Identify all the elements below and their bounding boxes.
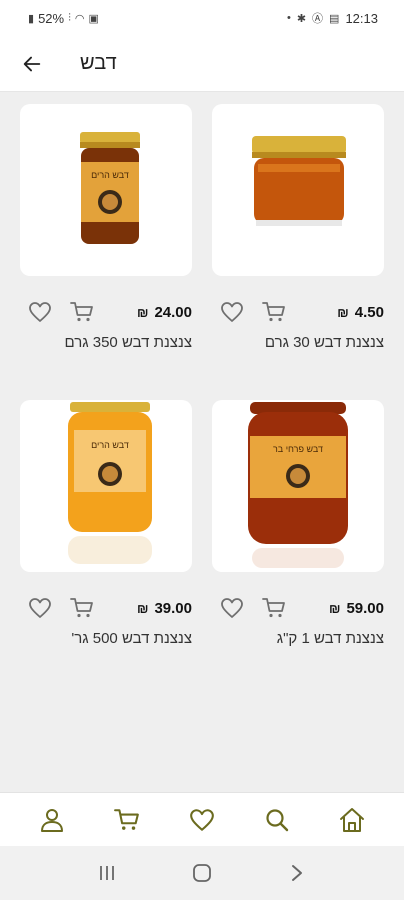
heart-icon bbox=[190, 808, 214, 831]
user-icon bbox=[40, 808, 63, 832]
nav-search[interactable] bbox=[255, 798, 299, 842]
honey-jar-image: דבש פרחי בר bbox=[248, 402, 348, 568]
product-actions bbox=[20, 301, 94, 323]
cart-icon[interactable] bbox=[70, 301, 94, 323]
back-system-button[interactable] bbox=[277, 853, 317, 893]
product-image[interactable]: דבש הרים bbox=[20, 104, 192, 276]
chevron-right-icon bbox=[291, 865, 302, 881]
heart-icon[interactable] bbox=[220, 301, 244, 323]
jar-label: דבש הרים bbox=[91, 440, 129, 450]
recents-icon bbox=[100, 866, 115, 880]
signal-icon: ⫶ bbox=[68, 11, 71, 24]
product-name[interactable]: צנצנת דבש 1 ק"ג bbox=[212, 630, 384, 647]
app-header: דבש bbox=[0, 36, 404, 92]
jar-label: דבש פרחי בר bbox=[273, 444, 323, 454]
honey-jar-image: דבש הרים bbox=[68, 402, 152, 564]
honey-jar-image: דבש הרים bbox=[80, 132, 140, 244]
nav-cart[interactable] bbox=[105, 798, 149, 842]
product-meta: ₪ 4.50 bbox=[212, 298, 384, 326]
currency-symbol: ₪ bbox=[136, 600, 149, 616]
nav-favorites[interactable] bbox=[180, 798, 224, 842]
recents-button[interactable] bbox=[87, 853, 127, 893]
cart-icon[interactable] bbox=[262, 597, 286, 619]
gallery-icon: ▤ bbox=[329, 12, 340, 25]
bottom-nav bbox=[0, 792, 404, 846]
status-left: ▮ 52% ⫶ ◠ ▣ bbox=[28, 11, 99, 26]
status-right: • ✱ Ⓐ ▤ 12:13 bbox=[287, 10, 378, 26]
search-icon bbox=[266, 808, 289, 831]
clock: 12:13 bbox=[345, 10, 378, 26]
product-price: ₪ 24.00 bbox=[137, 304, 192, 321]
product-card[interactable]: ₪ 4.50 צנצנת דבש 30 גרם bbox=[212, 104, 384, 351]
product-card[interactable]: דבש הרים ₪ 24.00 צנצנת דבש 350 גרם bbox=[20, 104, 192, 351]
product-actions bbox=[212, 597, 286, 619]
product-actions bbox=[20, 597, 94, 619]
product-meta: ₪ 39.00 bbox=[20, 594, 192, 622]
home-circle-icon bbox=[193, 864, 211, 882]
wifi-icon: ◠ bbox=[74, 12, 85, 25]
nfc-icon: ▣ bbox=[88, 12, 99, 25]
nav-profile[interactable] bbox=[30, 798, 74, 842]
product-price: ₪ 4.50 bbox=[337, 304, 384, 321]
product-meta: ₪ 24.00 bbox=[20, 298, 192, 326]
product-name[interactable]: צנצנת דבש 350 גרם bbox=[20, 334, 193, 351]
status-bar: ▮ 52% ⫶ ◠ ▣ • ✱ Ⓐ ▤ 12:13 bbox=[0, 0, 404, 36]
settings-icon: ✱ bbox=[296, 12, 307, 25]
home-icon bbox=[340, 807, 365, 832]
product-image[interactable] bbox=[212, 104, 384, 276]
currency-symbol: ₪ bbox=[136, 304, 149, 320]
product-meta: ₪ 59.00 bbox=[212, 594, 384, 622]
heart-icon[interactable] bbox=[28, 301, 52, 323]
product-card[interactable]: דבש פרחי בר ₪ 59.00 צנצנת דבש 1 ק"ג bbox=[212, 400, 384, 647]
battery-percent: 52% bbox=[38, 10, 65, 26]
product-image[interactable]: דבש פרחי בר bbox=[212, 400, 384, 572]
battery-icon: ▮ bbox=[28, 12, 35, 25]
jar-label: דבש הרים bbox=[91, 170, 129, 180]
home-button[interactable] bbox=[182, 853, 222, 893]
product-name[interactable]: צנצנת דבש 500 גר' bbox=[20, 630, 192, 647]
price-value: 4.50 bbox=[354, 303, 384, 321]
product-price: ₪ 39.00 bbox=[137, 600, 192, 617]
nav-home[interactable] bbox=[330, 798, 374, 842]
back-button[interactable] bbox=[4, 36, 60, 92]
price-value: 39.00 bbox=[154, 599, 192, 617]
dot-icon: • bbox=[286, 12, 291, 24]
system-nav bbox=[0, 846, 404, 900]
currency-symbol: ₪ bbox=[328, 600, 341, 616]
heart-icon[interactable] bbox=[220, 597, 244, 619]
page-title: דבש bbox=[80, 52, 117, 74]
honey-jar-image bbox=[252, 136, 346, 226]
cart-icon bbox=[113, 808, 139, 830]
product-price: ₪ 59.00 bbox=[329, 600, 384, 617]
currency-symbol: ₪ bbox=[337, 304, 349, 320]
product-image[interactable]: דבש הרים bbox=[20, 400, 192, 572]
a-icon: Ⓐ bbox=[312, 13, 324, 25]
product-name[interactable]: צנצנת דבש 30 גרם bbox=[212, 334, 384, 351]
product-actions bbox=[212, 301, 286, 323]
cart-icon[interactable] bbox=[262, 301, 286, 323]
product-card[interactable]: דבש הרים ₪ 39.00 צנצנת דבש 500 גר' bbox=[20, 400, 192, 647]
price-value: 59.00 bbox=[346, 599, 384, 617]
cart-icon[interactable] bbox=[70, 597, 94, 619]
price-value: 24.00 bbox=[154, 303, 192, 321]
heart-icon[interactable] bbox=[28, 597, 52, 619]
arrow-left-icon bbox=[23, 56, 41, 71]
